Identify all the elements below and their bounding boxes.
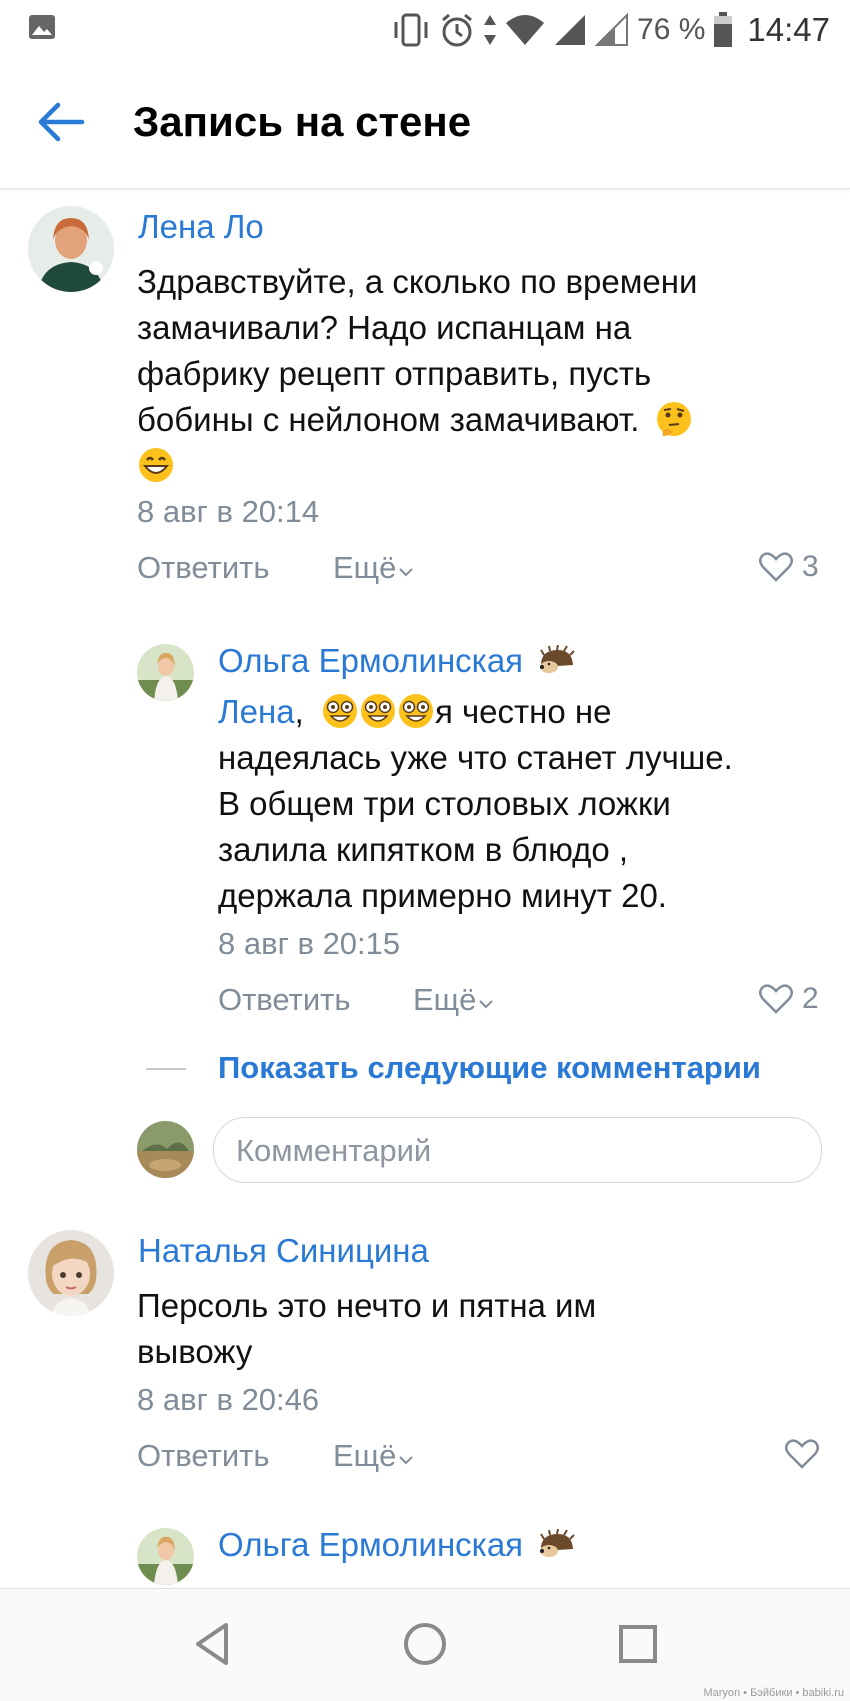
like-button[interactable]: 3 — [758, 550, 819, 584]
comment-text-line: бобины с нейлоном замачивают. — [137, 401, 640, 438]
comment-author[interactable]: Наталья Синицина — [138, 1232, 429, 1270]
comment-actions: Ответить Ещё — [137, 550, 837, 590]
like-count: 3 — [802, 550, 819, 583]
avatar-photo — [28, 1230, 114, 1316]
avatar[interactable] — [28, 1230, 114, 1316]
astonished-emoji — [322, 694, 357, 728]
comment-date: 8 авг в 20:15 — [218, 926, 401, 961]
status-time: 14:47 — [747, 11, 830, 48]
avatar-photo — [137, 1121, 194, 1178]
comment-actions: Ответить Ещё — [137, 1438, 837, 1478]
comment-text-line: залила кипятком в блюдо , — [218, 831, 629, 868]
grin-emoji — [139, 448, 173, 482]
more-label: Ещё — [333, 1438, 397, 1473]
comment-author[interactable]: Ольга Ермолинская — [218, 1526, 576, 1564]
more-label: Ещё — [413, 982, 477, 1017]
avatar[interactable] — [137, 644, 194, 701]
data-arrows-icon — [484, 15, 497, 45]
chevron-down-icon — [399, 1456, 414, 1465]
alarm-icon — [442, 13, 472, 47]
astonished-emoji — [360, 694, 395, 728]
comment-author[interactable]: Лена Ло — [138, 208, 264, 246]
avatar[interactable] — [137, 1528, 194, 1585]
astonished-emoji — [398, 694, 433, 728]
avatar-photo — [137, 1528, 194, 1585]
thinking-emoji — [656, 402, 691, 436]
comment-actions: Ответить Ещё — [218, 982, 818, 1022]
heart-icon — [759, 984, 793, 1014]
comment-input[interactable] — [234, 1128, 798, 1174]
status-bar: 76 % 14:47 — [0, 0, 850, 60]
heart-icon — [759, 552, 793, 582]
comment-text-line: вывожу — [137, 1333, 253, 1370]
more-button[interactable]: Ещё — [333, 550, 414, 586]
comment-date: 8 авг в 20:46 — [137, 1382, 320, 1417]
reply-button[interactable]: Ответить — [137, 550, 270, 586]
hedgehog-emoji — [540, 1528, 575, 1557]
more-button[interactable]: Ещё — [413, 982, 494, 1018]
home-circle-icon[interactable] — [400, 1619, 450, 1669]
mention-separator: , — [294, 693, 304, 730]
heart-icon — [785, 1439, 819, 1469]
more-button[interactable]: Ещё — [333, 1438, 414, 1474]
comment-text-line: я честно не — [434, 693, 612, 730]
author-name: Ольга Ермолинская — [218, 1526, 524, 1563]
wifi-icon — [506, 15, 545, 45]
comment-text-line: фабрику рецепт отправить, пусть — [137, 355, 652, 392]
like-button[interactable]: 2 — [758, 982, 819, 1016]
battery-icon — [714, 12, 733, 47]
comment-text-line: Персоль это нечто и пятна им — [137, 1287, 597, 1324]
avatar — [137, 1121, 194, 1178]
comment-text: Здравствуйте, а сколько по времени замач… — [137, 259, 817, 489]
divider — [146, 1068, 186, 1070]
watermark: Maryon • Бэйбики • babiki.ru — [703, 1687, 844, 1699]
like-count: 2 — [802, 982, 819, 1015]
navigation-bar: Maryon • Бэйбики • babiki.ru — [0, 1588, 850, 1701]
signal-icon — [555, 15, 586, 45]
author-name: Ольга Ермолинская — [218, 642, 524, 679]
comment-author[interactable]: Ольга Ермолинская — [218, 642, 576, 680]
vibrate-icon — [394, 13, 428, 47]
comment-text-line: В общем три столовых ложки — [218, 785, 671, 822]
image-icon — [29, 15, 55, 39]
avatar[interactable] — [28, 206, 114, 292]
show-more-comments-link[interactable]: Показать следующие комментарии — [218, 1050, 761, 1086]
hedgehog-emoji — [540, 644, 575, 673]
comment-field[interactable] — [213, 1117, 822, 1183]
avatar-photo — [137, 644, 194, 701]
recents-square-icon[interactable] — [613, 1619, 663, 1669]
mention-link[interactable]: Лена — [218, 693, 295, 730]
chevron-down-icon — [399, 568, 414, 577]
page-title: Запись на стене — [133, 98, 472, 145]
battery-percent: 76 % — [637, 13, 706, 46]
comment-text-line: Здравствуйте, а сколько по времени — [137, 263, 698, 300]
arrow-left-icon[interactable] — [36, 100, 86, 144]
comment-text-line: надеялась уже что станет лучше. — [218, 739, 733, 776]
reply-button[interactable]: Ответить — [137, 1438, 270, 1474]
like-button[interactable] — [784, 1438, 820, 1470]
signal-icon-2 — [595, 13, 629, 46]
comment-text: Персоль это нечто и пятна им вывожу — [137, 1283, 817, 1375]
chevron-down-icon — [479, 1000, 494, 1009]
comment-text-line: замачивали? Надо испанцам на — [137, 309, 632, 346]
app-header: Запись на стене — [0, 60, 850, 189]
comment-text-line: держала примерно минут 20. — [218, 877, 667, 914]
reply-button[interactable]: Ответить — [218, 982, 351, 1018]
avatar-photo — [28, 206, 114, 292]
more-label: Ещё — [333, 550, 397, 585]
back-triangle-icon[interactable] — [188, 1619, 238, 1669]
comment-text: Лена, я честно не надеялась уже что стан… — [218, 689, 838, 919]
comment-date: 8 авг в 20:14 — [137, 494, 320, 529]
